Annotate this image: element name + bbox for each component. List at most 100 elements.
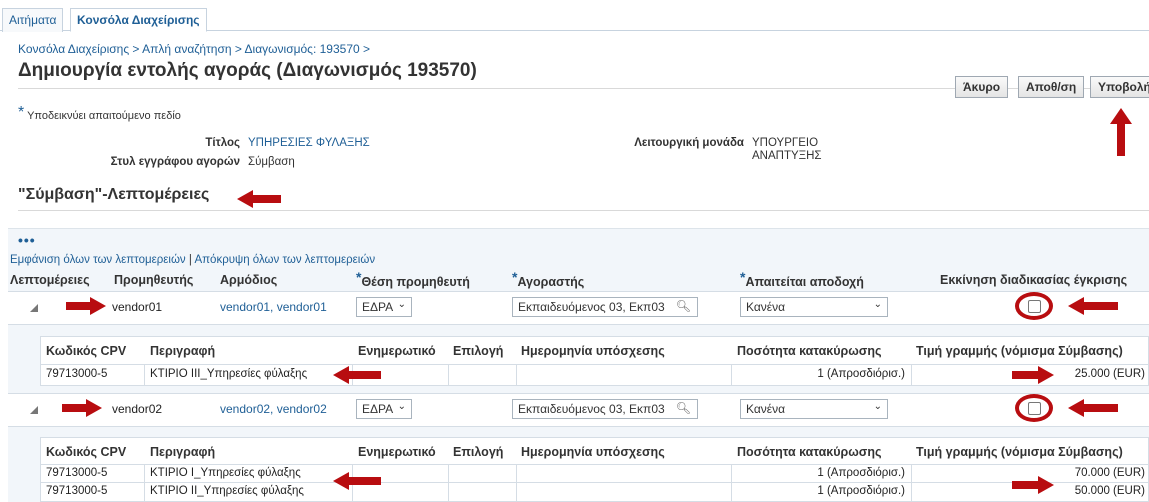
- col-line-price: Τιμή γραμμής (νόμισμα Σύμβασης): [916, 344, 1123, 358]
- expand-triangle-icon[interactable]: [30, 304, 38, 312]
- supplier-name: vendor02: [112, 402, 163, 416]
- buyer-value: Εκπαιδευόμενος 03, Εκπ03: [518, 402, 665, 416]
- red-arrow-icon: [1012, 366, 1054, 384]
- search-icon[interactable]: 🔍︎: [676, 299, 691, 313]
- col-supplier-site-label: Θέση προμηθευτή: [361, 275, 470, 289]
- col-quantity: Ποσότητα κατακύρωσης: [737, 344, 882, 358]
- col-promise-date: Ημερομηνία υπόσχεσης: [521, 445, 665, 459]
- acceptance-value: Κανένα: [746, 300, 786, 314]
- tab-bar: Αιτήματα Κονσόλα Διαχείρισης: [0, 0, 1149, 32]
- col-acceptance-label: Απαιτείται αποδοχή: [745, 275, 864, 289]
- acceptance-value: Κανένα: [746, 402, 786, 416]
- column-divider: [516, 464, 517, 502]
- red-arrow-icon: [237, 190, 281, 208]
- line-description: ΚΤΙΡΙΟ ΙΙΙ_Υπηρεσίες φύλαξης: [150, 368, 308, 380]
- column-divider: [448, 464, 449, 502]
- required-star-icon: *: [512, 269, 518, 285]
- search-icon[interactable]: 🔍︎: [676, 401, 691, 415]
- line-quantity: 1 (Απροσδιόρισ.): [817, 485, 905, 497]
- column-divider: [516, 364, 517, 386]
- save-button[interactable]: Αποθ/ση: [1018, 76, 1085, 98]
- required-note-text: Υποδεικνύει απαιτούμενο πεδίο: [27, 110, 181, 122]
- col-contact: Αρμόδιος: [220, 273, 278, 287]
- document-style-value: Σύμβαση: [248, 156, 295, 168]
- col-details: Λεπτομέρειες: [10, 273, 90, 287]
- operating-unit-value-line1: ΥΠΟΥΡΓΕΙΟ: [752, 137, 819, 149]
- buyer-input[interactable]: Εκπαιδευόμενος 03, Εκπ03 🔍︎: [512, 399, 698, 419]
- line-cpv: 79713000-5: [46, 467, 108, 479]
- title-label: Τίτλος: [205, 137, 240, 149]
- buyer-input[interactable]: Εκπαιδευόμενος 03, Εκπ03 🔍︎: [512, 297, 698, 317]
- row-divider: [40, 464, 1149, 465]
- col-cpv: Κωδικός CPV: [46, 344, 127, 358]
- col-promise-date: Ημερομηνία υπόσχεσης: [521, 344, 665, 358]
- chevron-down-icon: ⌄: [397, 299, 406, 310]
- approval-checkbox[interactable]: [1028, 300, 1041, 313]
- col-informative: Ενημερωτικό: [358, 344, 436, 358]
- section-title: "Σύμβαση"-Λεπτομέρειες: [18, 186, 210, 203]
- col-selection: Επιλογή: [453, 445, 504, 459]
- column-divider: [448, 364, 449, 386]
- acceptance-select[interactable]: Κανένα ⌄: [740, 297, 888, 317]
- row-divider: [40, 364, 1149, 365]
- red-arrow-icon: [1012, 476, 1054, 494]
- col-selection: Επιλογή: [453, 344, 504, 358]
- supplier-site-select[interactable]: ΕΔΡΑ ⌄: [356, 297, 412, 317]
- expand-triangle-icon[interactable]: [30, 406, 38, 414]
- contact-link[interactable]: vendor02, vendor02: [220, 402, 327, 416]
- show-all-details-link[interactable]: Εμφάνιση όλων των λεπτομερειών: [10, 254, 186, 266]
- supplier-site-value: ΕΔΡΑ: [362, 300, 394, 314]
- col-supplier: Προμηθευτής: [114, 273, 194, 287]
- separator: |: [188, 254, 192, 266]
- col-approval: Εκκίνηση διαδικασίας έγκρισης: [940, 273, 1128, 287]
- red-arrow-icon: [333, 472, 381, 490]
- tab-requests[interactable]: Αιτήματα: [2, 8, 64, 32]
- supplier-name: vendor01: [112, 300, 163, 314]
- line-cpv: 79713000-5: [46, 368, 108, 380]
- required-star-icon: *: [18, 104, 25, 121]
- chevron-down-icon: ⌄: [397, 401, 406, 412]
- more-actions-icon[interactable]: •••: [18, 232, 36, 248]
- tab-admin-console[interactable]: Κονσόλα Διαχείρισης: [70, 8, 207, 32]
- required-note: * Υποδεικνύει απαιτούμενο πεδίο: [18, 104, 181, 124]
- required-star-icon: *: [740, 269, 746, 285]
- col-informative: Ενημερωτικό: [358, 445, 436, 459]
- breadcrumb[interactable]: Κονσόλα Διαχείρισης > Απλή αναζήτηση > Δ…: [18, 42, 370, 56]
- chevron-down-icon: ⌄: [873, 299, 882, 310]
- chevron-down-icon: ⌄: [873, 401, 882, 412]
- document-style-label: Στυλ εγγράφου αγορών: [110, 156, 240, 168]
- hide-all-details-link[interactable]: Απόκρυψη όλων των λεπτομερειών: [194, 254, 375, 266]
- col-buyer-label: Αγοραστής: [517, 275, 585, 289]
- section-divider: [18, 210, 1149, 211]
- col-buyer: *Αγοραστής: [512, 269, 585, 293]
- column-divider: [144, 364, 145, 386]
- operating-unit-value-line2: ΑΝΑΠΤΥΞΗΣ: [752, 150, 822, 162]
- operating-unit-label: Λειτουργική μονάδα: [634, 137, 744, 149]
- red-arrow-icon: [66, 297, 106, 315]
- line-quantity: 1 (Απροσδιόρισ.): [817, 368, 905, 380]
- acceptance-select[interactable]: Κανένα ⌄: [740, 399, 888, 419]
- row-divider: [40, 482, 1149, 483]
- title-value: ΥΠΗΡΕΣΙΕΣ ΦΥΛΑΞΗΣ: [248, 137, 370, 149]
- red-arrow-icon: [333, 366, 381, 384]
- col-acceptance: *Απαιτείται αποδοχή: [740, 269, 864, 293]
- contact-link[interactable]: vendor01, vendor01: [220, 300, 327, 314]
- cancel-button[interactable]: Άκυρο: [955, 76, 1009, 98]
- page-title: Δημιουργία εντολής αγοράς (Διαγωνισμός 1…: [18, 60, 477, 81]
- red-arrow-icon: [1068, 399, 1118, 417]
- buyer-value: Εκπαιδευόμενος 03, Εκπ03: [518, 300, 665, 314]
- required-star-icon: *: [356, 269, 362, 285]
- col-line-price: Τιμή γραμμής (νόμισμα Σύμβασης): [916, 445, 1123, 459]
- line-description: ΚΤΙΡΙΟ Ι_Υπηρεσίες φύλαξης: [150, 467, 301, 479]
- col-description: Περιγραφή: [150, 445, 216, 459]
- supplier-site-select[interactable]: ΕΔΡΑ ⌄: [356, 399, 412, 419]
- col-quantity: Ποσότητα κατακύρωσης: [737, 445, 882, 459]
- line-description: ΚΤΙΡΙΟ ΙΙ_Υπηρεσίες φύλαξης: [150, 485, 304, 497]
- col-supplier-site: *Θέση προμηθευτή: [356, 269, 470, 293]
- col-description: Περιγραφή: [150, 344, 216, 358]
- col-cpv: Κωδικός CPV: [46, 445, 127, 459]
- approval-checkbox[interactable]: [1028, 402, 1041, 415]
- red-arrow-icon: [62, 399, 102, 417]
- submit-button[interactable]: Υποβολή: [1090, 76, 1149, 98]
- red-arrow-icon: [1110, 108, 1132, 156]
